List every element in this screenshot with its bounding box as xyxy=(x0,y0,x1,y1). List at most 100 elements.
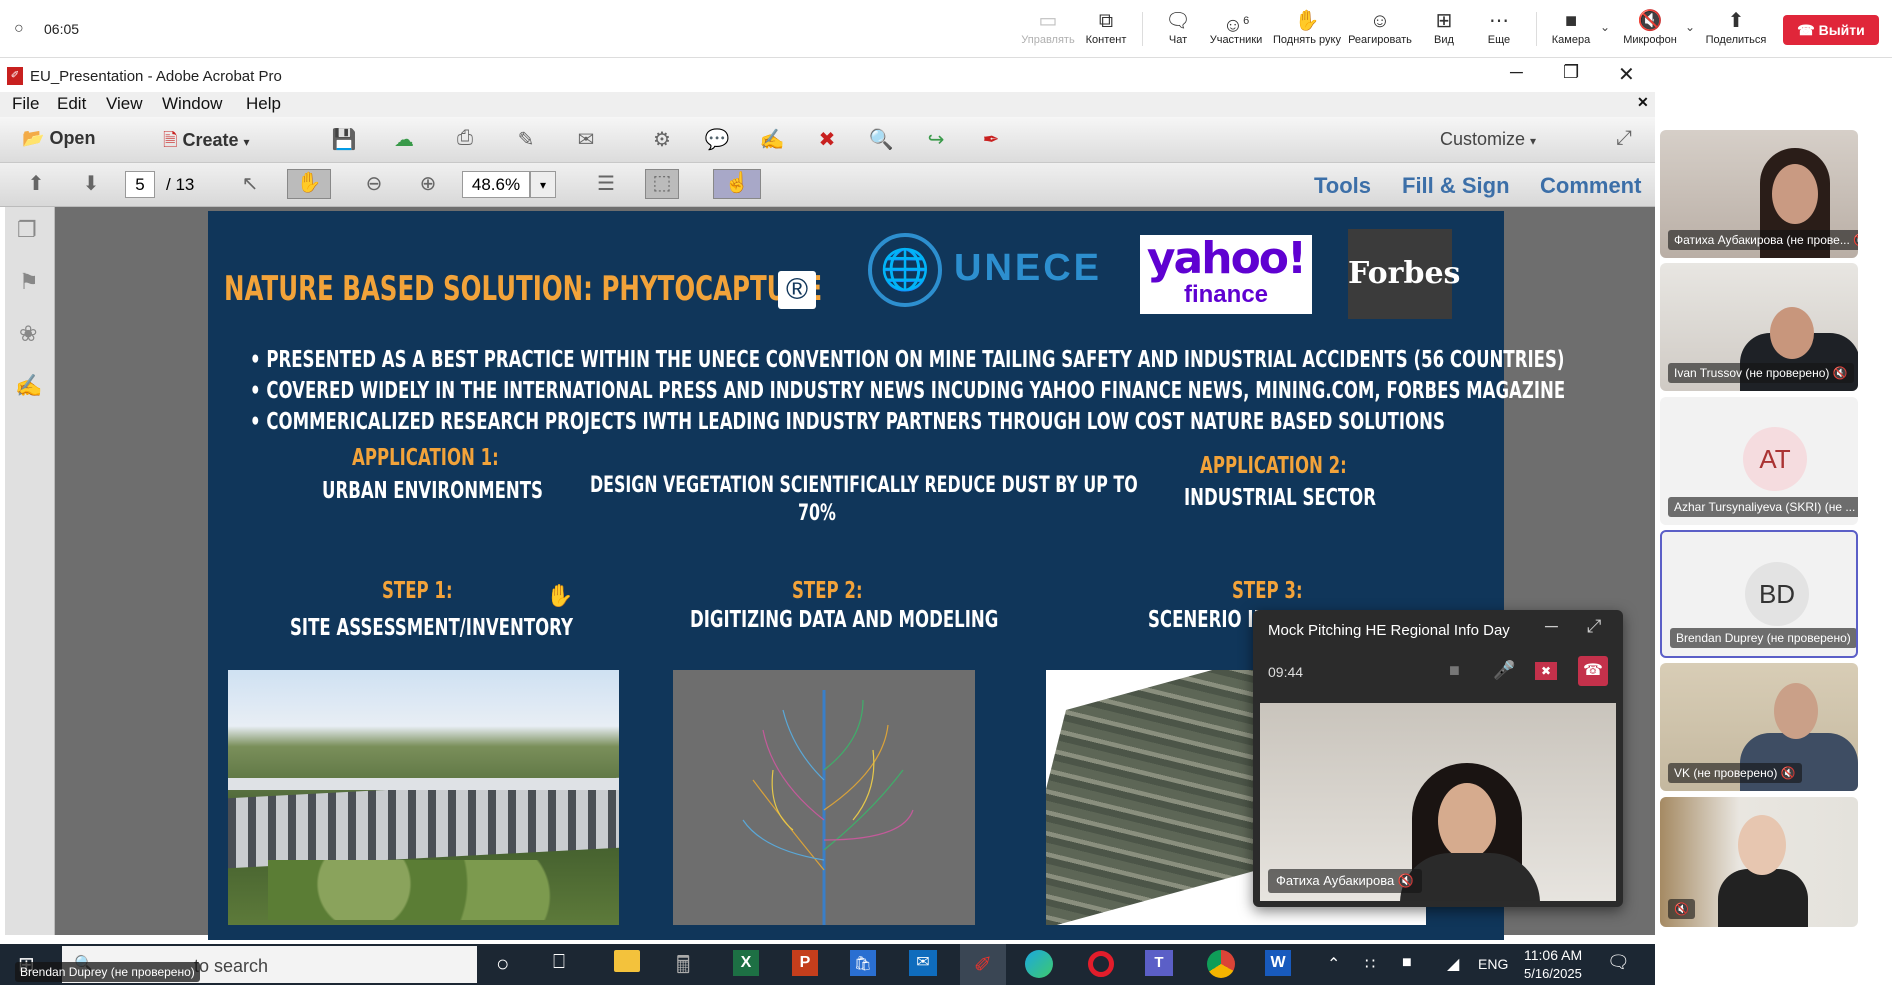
hang-up-button[interactable]: ☎ xyxy=(1578,656,1608,686)
menu-view[interactable]: View xyxy=(106,94,143,114)
mic-off-icon: 🔇 xyxy=(1637,10,1663,32)
zoom-input[interactable] xyxy=(462,171,530,198)
mail-icon[interactable]: ✉ xyxy=(909,950,937,976)
previous-page-icon[interactable]: ⬆ xyxy=(22,171,50,196)
settings-icon[interactable]: ⚙ xyxy=(648,127,676,152)
participant-tile[interactable]: Ivan Trussov (не проверено) 🔇 xyxy=(1660,263,1858,391)
language-indicator[interactable]: ENG xyxy=(1478,956,1508,972)
signatures-icon[interactable]: ✍ xyxy=(15,373,42,399)
word-icon[interactable]: W xyxy=(1265,950,1291,976)
mic-off-icon: 🔇 xyxy=(1853,233,1858,247)
edit-icon[interactable]: ✎ xyxy=(512,127,540,152)
clock-date: 5/16/2025 xyxy=(1524,966,1582,981)
print-icon[interactable]: ⎙ xyxy=(451,127,479,150)
tools-pane-button[interactable]: Tools xyxy=(1314,173,1371,199)
chrome-icon[interactable] xyxy=(1207,950,1235,978)
highlight-icon[interactable]: ✍ xyxy=(758,127,786,152)
fill-sign-pane-button[interactable]: Fill & Sign xyxy=(1402,173,1510,199)
cloud-upload-icon[interactable]: ☁ xyxy=(390,127,418,152)
calculator-icon[interactable]: 🖩 xyxy=(676,948,690,989)
fit-width-icon[interactable]: ⬚ xyxy=(645,169,679,199)
participants-button[interactable]: ☺6 Участники xyxy=(1201,8,1271,46)
camera-icon: ■ xyxy=(1564,10,1578,32)
camera-tray-icon[interactable]: ■ xyxy=(1402,954,1412,972)
camera-chevron-icon[interactable]: ⌄ xyxy=(1600,20,1610,34)
review-icon[interactable]: 🔍 xyxy=(867,127,895,152)
save-icon[interactable]: 💾 xyxy=(330,127,358,152)
menu-window[interactable]: Window xyxy=(162,94,222,114)
select-tool-icon[interactable]: ↖ xyxy=(236,171,264,196)
menu-file[interactable]: File xyxy=(12,94,39,114)
expand-icon[interactable]: ⤢ xyxy=(1587,616,1601,637)
participant-tile[interactable]: 🔇 xyxy=(1660,797,1858,927)
menu-help[interactable]: Help xyxy=(246,94,281,114)
yahoo-finance-logo: yahoo! finance xyxy=(1140,235,1312,314)
delete-page-icon[interactable]: ✖ xyxy=(813,127,841,152)
powerpoint-icon[interactable]: P xyxy=(792,950,818,976)
bookmarks-icon[interactable]: ⚑ xyxy=(19,269,39,295)
task-view-icon[interactable]: ⎕ xyxy=(553,951,565,974)
floating-meeting-window[interactable]: Mock Pitching HE Regional Info Day ─ ⤢ 0… xyxy=(1253,610,1623,907)
file-explorer-icon[interactable] xyxy=(614,950,640,972)
middle-text-line2: 70% xyxy=(798,501,836,526)
microphone-button[interactable]: 🔇 Микрофон xyxy=(1615,8,1685,46)
content-button[interactable]: ⧉ Контент xyxy=(1071,8,1141,46)
participant-tile[interactable]: VK (не проверено) 🔇 xyxy=(1660,663,1858,791)
main-toolbar: 📂 Open 🗎 Create ▾ 💾 ☁ ⎙ ✎ ✉ ⚙ 💬 ✍ ✖ 🔍 ↪ … xyxy=(0,117,1655,163)
participant-name: Ivan Trussov (не проверено) 🔇 xyxy=(1668,363,1854,383)
pages-icon[interactable]: ❐ xyxy=(17,217,37,243)
participant-tile[interactable]: AT Azhar Tursynaliyeva (SKRI) (не ... 🔇 xyxy=(1660,397,1858,525)
react-button[interactable]: ☺ Реагировать xyxy=(1345,8,1415,46)
mic-icon[interactable]: 🎤 xyxy=(1493,660,1515,681)
minimize-icon[interactable]: ─ xyxy=(1545,616,1558,637)
cortana-icon[interactable]: ○ xyxy=(496,951,509,977)
fit-page-icon[interactable]: ☰ xyxy=(592,171,620,196)
next-page-icon[interactable]: ⬇ xyxy=(77,171,105,196)
zoom-dropdown-icon[interactable]: ▾ xyxy=(530,171,556,198)
close-icon[interactable]: ✕ xyxy=(1618,62,1635,87)
create-button[interactable]: 🗎 Create ▾ xyxy=(163,128,250,158)
customize-button[interactable]: Customize ▾ xyxy=(1440,129,1536,150)
export-icon[interactable]: ↪ xyxy=(922,127,950,152)
edge-icon[interactable] xyxy=(1025,950,1053,978)
store-icon[interactable]: 🛍 xyxy=(850,950,876,976)
attachments-icon[interactable]: ❀ xyxy=(19,321,37,347)
mic-chevron-icon[interactable]: ⌄ xyxy=(1685,20,1695,34)
opera-icon[interactable] xyxy=(1088,951,1114,977)
hand-tool-icon[interactable]: ✋ xyxy=(287,169,331,199)
step-3-text: SCENERIO IM xyxy=(1148,607,1270,633)
stop-share-icon[interactable]: ✖ xyxy=(1535,662,1557,680)
wifi-icon[interactable]: ◢ xyxy=(1447,954,1459,974)
page-total: / 13 xyxy=(166,175,195,194)
excel-icon[interactable]: X xyxy=(733,950,759,976)
email-icon[interactable]: ✉ xyxy=(572,127,600,152)
share-button[interactable]: ⬆ Поделиться xyxy=(1701,8,1771,46)
zoom-in-icon[interactable]: ⊕ xyxy=(414,171,442,196)
close-doc-icon[interactable]: ✕ xyxy=(1637,94,1649,111)
participant-tile[interactable]: Фатиха Аубакирова (не прове... 🔇 xyxy=(1660,130,1858,258)
comment-pane-button[interactable]: Comment xyxy=(1540,173,1641,199)
raise-hand-button[interactable]: ✋ Поднять руку xyxy=(1271,8,1343,46)
camera-button[interactable]: ■ Камера xyxy=(1536,8,1606,46)
avatar: BD xyxy=(1745,562,1809,626)
minimize-icon[interactable]: ─ xyxy=(1510,62,1523,83)
touch-mode-icon[interactable]: ☝ xyxy=(713,169,761,199)
leave-button[interactable]: ☎ Выйти xyxy=(1783,15,1879,45)
camera-off-icon[interactable]: ■ xyxy=(1449,660,1460,681)
tray-chevron-icon[interactable]: ⌃ xyxy=(1327,954,1340,974)
acrobat-taskbar-icon[interactable]: ✐ xyxy=(960,944,1006,985)
participant-tile[interactable]: BD Brendan Duprey (не проверено) xyxy=(1660,530,1858,658)
menu-edit[interactable]: Edit xyxy=(57,94,86,114)
restore-icon[interactable]: ❐ xyxy=(1563,62,1579,83)
page-number-input[interactable] xyxy=(125,171,155,198)
step-2-title: STEP 2: xyxy=(792,578,863,604)
notifications-icon[interactable]: 🗨 xyxy=(1607,952,1630,973)
sign-icon[interactable]: ✒ xyxy=(977,127,1005,152)
open-button[interactable]: 📂 Open xyxy=(22,128,95,149)
network-icon[interactable]: ∷ xyxy=(1365,954,1375,974)
more-button[interactable]: ⋯ Еще xyxy=(1464,8,1534,46)
zoom-out-icon[interactable]: ⊖ xyxy=(360,171,388,196)
expand-icon[interactable]: ⤢ xyxy=(1610,127,1638,150)
teams-icon[interactable]: T xyxy=(1145,950,1173,976)
comment-icon[interactable]: 💬 xyxy=(703,127,731,152)
